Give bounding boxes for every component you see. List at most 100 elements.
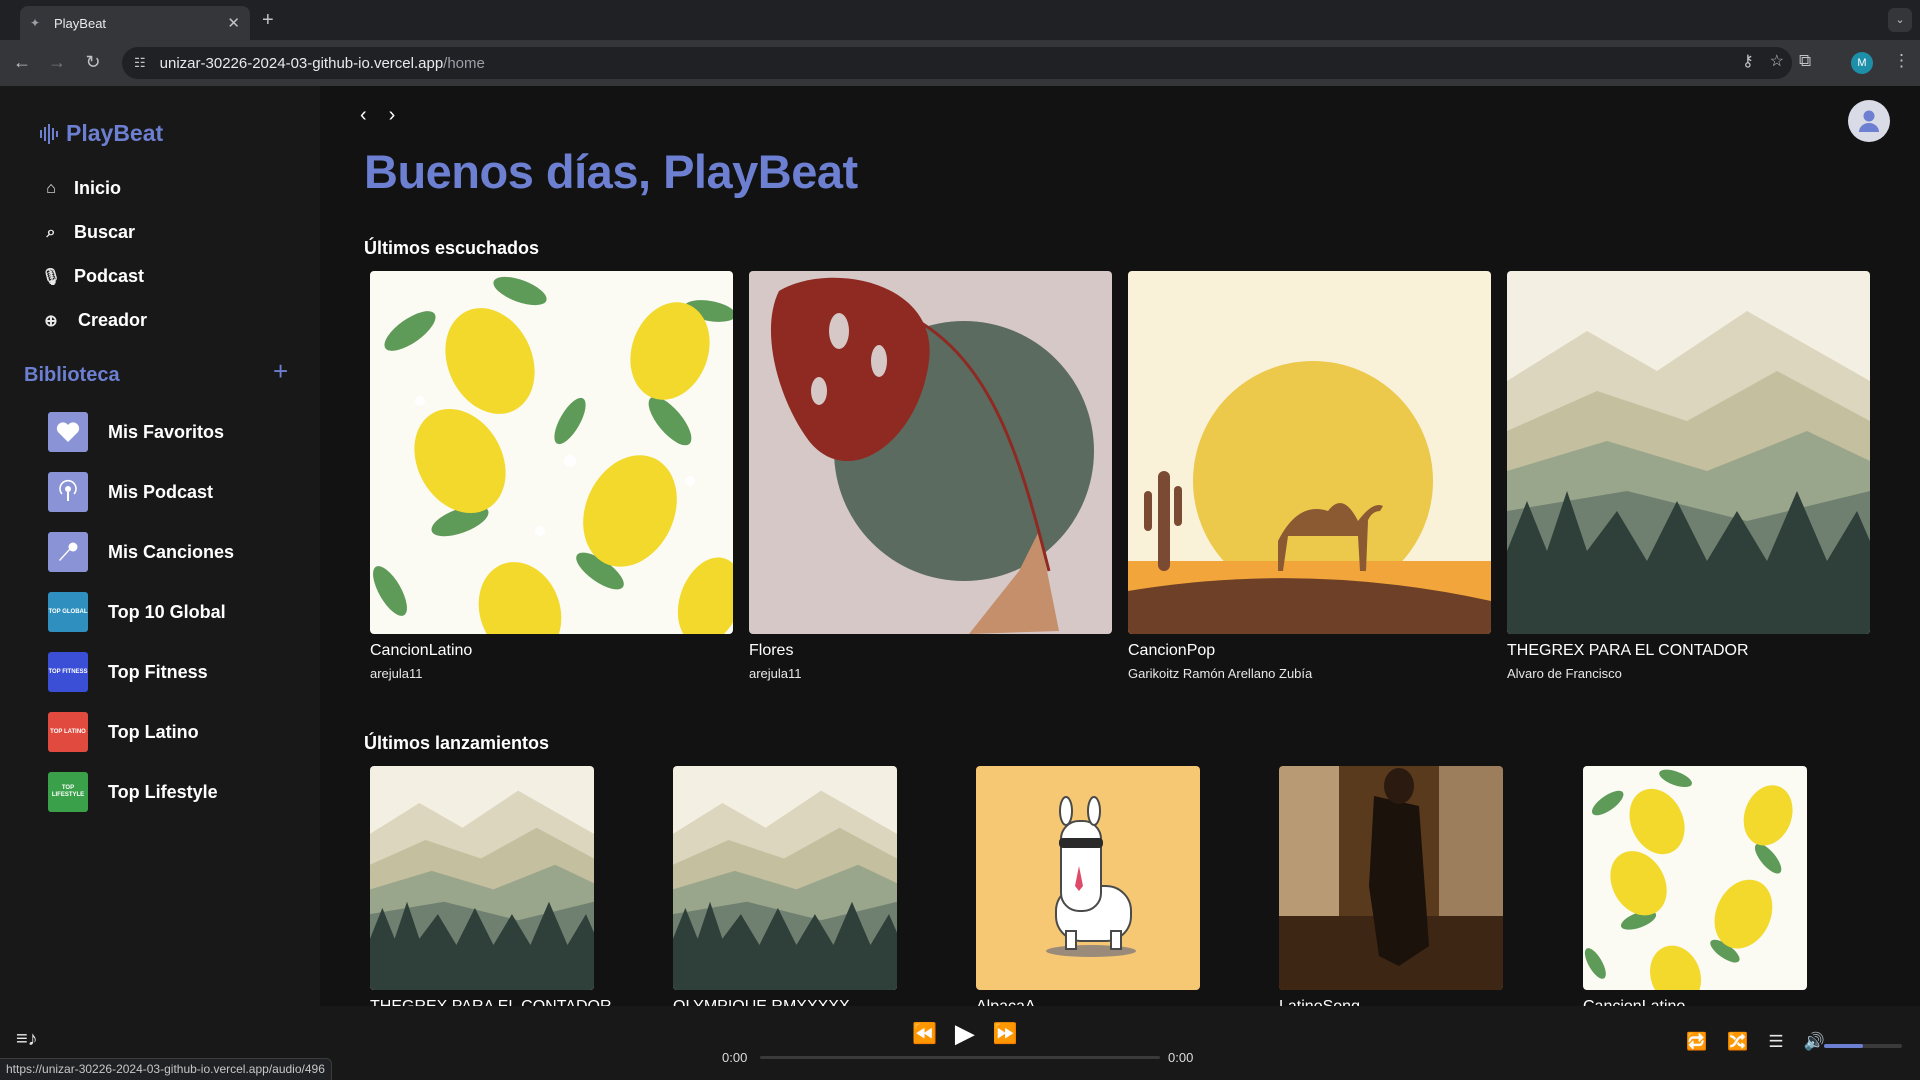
browser-tabbar: ✦ PlayBeat ✕ + ⌄ — [0, 0, 1920, 40]
recent-card[interactable]: CancionPop Garikoitz Ramón Arellano Zubí… — [1128, 271, 1491, 681]
library-item-canciones[interactable]: Mis Canciones — [48, 532, 234, 572]
nav-podcast[interactable]: 🎙 Podcast — [40, 266, 144, 287]
url-host: unizar-30226-2024-03-github-io.vercel.ap… — [159, 54, 444, 72]
playlist-cover: TOP LIFESTYLE — [48, 772, 88, 812]
list-icon[interactable]: ☰ — [1768, 1032, 1783, 1052]
tab-title: PlayBeat — [54, 15, 107, 31]
library-item-favoritos[interactable]: Mis Favoritos — [48, 412, 224, 452]
card-artist: Garikoitz Ramón Arellano Zubía — [1128, 666, 1313, 681]
card-title: AlpacaA — [976, 998, 1200, 1006]
playlist-cover: TOP GLOBAL — [48, 592, 88, 632]
queue-icon[interactable]: ≡♪ — [16, 1028, 38, 1051]
playlist-cover: TOP LATINO — [48, 712, 88, 752]
card-artist: arejula11 — [749, 666, 802, 681]
tab-search-icon[interactable]: ⌄ — [1888, 8, 1912, 32]
microphone-icon — [48, 532, 88, 572]
library-item-top-global[interactable]: TOP GLOBAL Top 10 Global — [48, 592, 226, 632]
brand-logo[interactable]: PlayBeat — [40, 120, 163, 147]
library-item-label: Mis Canciones — [108, 541, 235, 562]
library-item-podcast[interactable]: Mis Podcast — [48, 472, 213, 512]
browser-profile-avatar[interactable]: M — [1851, 52, 1873, 74]
playlist-cover: TOP FITNESS — [48, 652, 88, 692]
recent-card[interactable]: CancionLatino arejula11 — [370, 271, 733, 681]
cover-image-alpaca — [976, 766, 1200, 990]
favicon-icon: ✦ — [30, 16, 41, 30]
next-icon[interactable]: ⏩ — [993, 1021, 1018, 1046]
brand-name: PlayBeat — [66, 120, 164, 146]
volume-icon[interactable]: 🔊 — [1804, 1032, 1825, 1052]
globe-icon: ⊕ — [44, 312, 58, 330]
library-item-top-latino[interactable]: TOP LATINO Top Latino — [48, 712, 199, 752]
back-icon[interactable]: ← — [11, 52, 33, 73]
library-item-label: Top Fitness — [108, 661, 208, 682]
cover-image-monstera — [749, 271, 1112, 634]
card-artist: Alvaro de Francisco — [1507, 666, 1622, 681]
chevron-left-icon[interactable]: ‹ — [360, 104, 367, 127]
release-card[interactable]: THEGREX PARA EL CONTADOR — [370, 766, 612, 1006]
cover-image-mountains — [673, 766, 897, 990]
card-title: Flores — [749, 642, 794, 659]
microphone-icon: 🎙 — [40, 268, 62, 286]
nav-inicio[interactable]: ⌂ Inicio — [40, 178, 121, 199]
library-item-label: Top 10 Global — [108, 601, 226, 622]
home-icon: ⌂ — [46, 179, 56, 197]
card-title: THEGREX PARA EL CONTADOR — [1507, 642, 1749, 659]
progress-bar[interactable] — [760, 1056, 1160, 1059]
bookmark-star-icon[interactable]: ☆ — [1770, 51, 1784, 71]
reload-icon[interactable]: ↻ — [82, 52, 104, 73]
add-playlist-icon[interactable]: + — [273, 356, 288, 387]
cover-image-desert — [1128, 271, 1491, 634]
search-icon: ⌕ — [46, 223, 56, 241]
library-item-label: Mis Podcast — [108, 481, 214, 502]
release-card[interactable]: LatinoSong — [1279, 766, 1503, 1006]
heart-icon — [48, 412, 88, 452]
library-item-label: Mis Favoritos — [108, 421, 225, 442]
forward-icon[interactable]: → — [46, 52, 68, 73]
library-item-label: Top Lifestyle — [108, 781, 218, 802]
library-title: Biblioteca — [24, 364, 120, 386]
time-total: 0:00 — [1168, 1050, 1194, 1065]
sidebar: PlayBeat ⌂ Inicio ⌕ Buscar 🎙 Podcast ⊕ C… — [0, 86, 320, 1006]
repeat-icon[interactable]: 🔁 — [1686, 1032, 1707, 1052]
chevron-right-icon[interactable]: › — [389, 104, 396, 127]
cover-image-dance — [1279, 766, 1503, 990]
cover-image-lemons — [1583, 766, 1807, 990]
card-title: OLYMPIQUE RMXXXXX — [673, 998, 897, 1006]
browser-menu-icon[interactable]: ⋮ — [1893, 51, 1910, 71]
volume-fill — [1824, 1044, 1863, 1048]
recent-card[interactable]: THEGREX PARA EL CONTADOR Alvaro de Franc… — [1507, 271, 1870, 681]
nav-creador[interactable]: ⊕ Creador — [40, 310, 147, 331]
library-item-top-fitness[interactable]: TOP FITNESS Top Fitness — [48, 652, 208, 692]
section-title-recent: Últimos escuchados — [364, 238, 540, 258]
previous-icon[interactable]: ⏪ — [912, 1021, 937, 1046]
library-item-label: Top Latino — [108, 721, 199, 742]
time-current: 0:00 — [722, 1050, 748, 1065]
password-key-icon[interactable]: ⚷ — [1742, 51, 1754, 71]
library-item-top-lifestyle[interactable]: TOP LIFESTYLE Top Lifestyle — [48, 772, 218, 812]
new-tab-icon[interactable]: + — [262, 9, 274, 32]
cover-image-mountains — [370, 766, 594, 990]
cover-image-lemons — [370, 271, 733, 634]
nav-buscar[interactable]: ⌕ Buscar — [40, 222, 136, 243]
browser-tab[interactable]: ✦ PlayBeat ✕ — [20, 6, 250, 40]
user-avatar[interactable] — [1848, 100, 1890, 142]
url-path: /home — [443, 54, 485, 72]
address-bar[interactable]: ☷ unizar-30226-2024-03-github-io.vercel.… — [122, 47, 1792, 79]
close-tab-icon[interactable]: ✕ — [227, 14, 240, 32]
extensions-icon[interactable]: ⧉ — [1799, 51, 1811, 71]
release-card[interactable]: AlpacaA — [976, 766, 1200, 1006]
release-card[interactable]: CancionLatino — [1583, 766, 1807, 1006]
nav-label: Buscar — [74, 222, 136, 242]
card-artist: arejula11 — [370, 666, 423, 681]
play-icon[interactable]: ▶ — [955, 1018, 975, 1049]
card-title: CancionPop — [1128, 642, 1216, 659]
site-settings-icon[interactable]: ☷ — [134, 55, 146, 71]
recent-card[interactable]: Flores arejula11 — [749, 271, 1112, 681]
user-icon — [1859, 110, 1879, 132]
release-card[interactable]: OLYMPIQUE RMXXXXX — [673, 766, 897, 1006]
card-title: CancionLatino — [370, 642, 473, 659]
card-title: LatinoSong — [1279, 998, 1503, 1006]
volume-slider[interactable] — [1824, 1044, 1902, 1048]
shuffle-icon[interactable]: 🔀 — [1727, 1032, 1748, 1052]
nav-label: Creador — [78, 310, 148, 330]
